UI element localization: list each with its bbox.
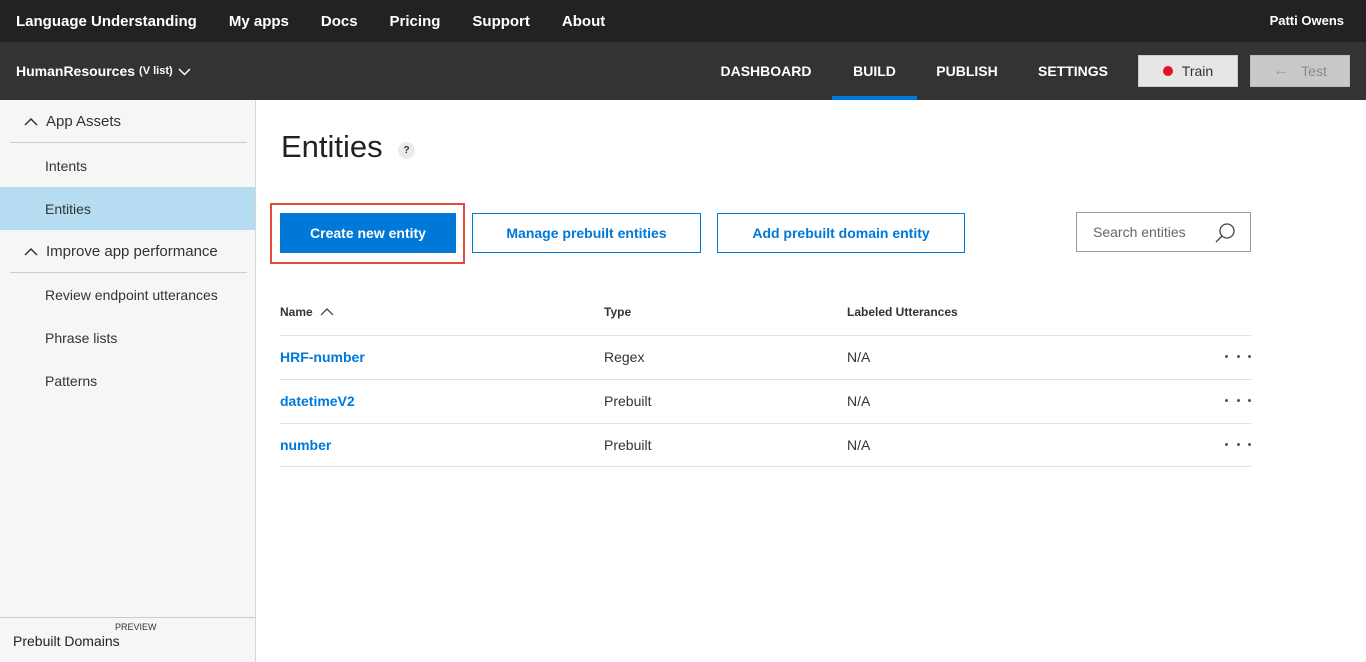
train-label: Train — [1181, 63, 1214, 79]
test-label: Test — [1301, 63, 1327, 79]
search-box — [1076, 212, 1251, 252]
sidebar-item-entities[interactable]: Entities — [0, 187, 255, 230]
sidebar-item-phrase-lists[interactable]: Phrase lists — [0, 316, 255, 359]
tab-settings[interactable]: SETTINGS — [1027, 42, 1119, 100]
column-header-type[interactable]: Type — [604, 305, 631, 319]
chevron-up-icon — [24, 243, 38, 260]
create-new-entity-button[interactable]: Create new entity — [280, 213, 456, 253]
brand-link[interactable]: Language Understanding — [16, 13, 197, 30]
app-header: HumanResources (V list) DASHBOARD BUILD … — [0, 42, 1366, 100]
table-row: datetimeV2 Prebuilt N/A — [280, 379, 1251, 423]
sidebar-section-label: Improve app performance — [46, 242, 218, 260]
entity-labeled-utterances: N/A — [847, 437, 871, 453]
status-dot-icon — [1162, 66, 1173, 76]
sidebar-section-label: App Assets — [46, 112, 122, 130]
sidebar-item-prebuilt-domains[interactable]: PREVIEW Prebuilt Domains — [0, 617, 255, 662]
chevron-down-icon — [178, 63, 191, 79]
entity-name-link[interactable]: HRF-number — [280, 349, 365, 365]
column-header-labeled-utterances[interactable]: Labeled Utterances — [847, 305, 958, 319]
sidebar-item-review-endpoint-utterances[interactable]: Review endpoint utterances — [0, 273, 255, 316]
preview-badge: PREVIEW — [115, 622, 157, 632]
entity-type: Regex — [604, 349, 645, 365]
nav-link-about[interactable]: About — [562, 13, 605, 30]
app-name: HumanResources — [16, 63, 136, 79]
entity-labeled-utterances: N/A — [847, 393, 871, 409]
sidebar-item-patterns[interactable]: Patterns — [0, 359, 255, 402]
entity-name-link[interactable]: number — [280, 437, 331, 453]
sidebar-section-improve-performance[interactable]: Improve app performance — [10, 230, 247, 273]
tab-build[interactable]: BUILD — [832, 42, 917, 100]
page-title: Entities — [281, 129, 383, 164]
sidebar-footer-label: Prebuilt Domains — [13, 633, 120, 649]
search-input[interactable] — [1093, 224, 1213, 240]
sidebar: App Assets Intents Entities Improve app … — [0, 100, 256, 662]
nav-link-pricing[interactable]: Pricing — [390, 13, 441, 30]
entity-type: Prebuilt — [604, 437, 652, 453]
entity-type: Prebuilt — [604, 393, 652, 409]
table-row: number Prebuilt N/A — [280, 423, 1251, 467]
sidebar-item-intents[interactable]: Intents — [0, 144, 255, 187]
table-row: HRF-number Regex N/A — [280, 335, 1251, 379]
nav-link-docs[interactable]: Docs — [321, 13, 358, 30]
tab-dashboard[interactable]: DASHBOARD — [705, 42, 827, 100]
nav-link-my-apps[interactable]: My apps — [229, 13, 289, 30]
column-header-label: Name — [280, 305, 313, 319]
chevron-up-icon — [24, 113, 38, 130]
nav-link-support[interactable]: Support — [472, 13, 530, 30]
more-options-icon[interactable] — [1225, 392, 1251, 408]
app-selector[interactable]: HumanResources (V list) — [16, 63, 191, 79]
search-icon[interactable] — [1214, 222, 1236, 249]
tab-publish[interactable]: PUBLISH — [922, 42, 1012, 100]
top-nav: Language Understanding My apps Docs Pric… — [0, 0, 1366, 42]
app-version: (V list) — [139, 65, 173, 77]
add-prebuilt-domain-entity-button[interactable]: Add prebuilt domain entity — [717, 213, 965, 253]
test-button[interactable]: ← Test — [1250, 55, 1350, 87]
manage-prebuilt-entities-button[interactable]: Manage prebuilt entities — [472, 213, 701, 253]
sidebar-section-app-assets[interactable]: App Assets — [10, 100, 247, 143]
arrow-left-icon: ← — [1273, 62, 1290, 79]
column-header-name[interactable]: Name — [280, 305, 334, 319]
more-options-icon[interactable] — [1225, 348, 1251, 364]
entity-name-link[interactable]: datetimeV2 — [280, 393, 355, 409]
user-name[interactable]: Patti Owens — [1270, 13, 1344, 28]
sort-ascending-icon — [320, 305, 334, 319]
entity-labeled-utterances: N/A — [847, 349, 871, 365]
train-button[interactable]: Train — [1138, 55, 1238, 87]
more-options-icon[interactable] — [1225, 436, 1251, 452]
help-icon[interactable]: ? — [398, 142, 415, 159]
